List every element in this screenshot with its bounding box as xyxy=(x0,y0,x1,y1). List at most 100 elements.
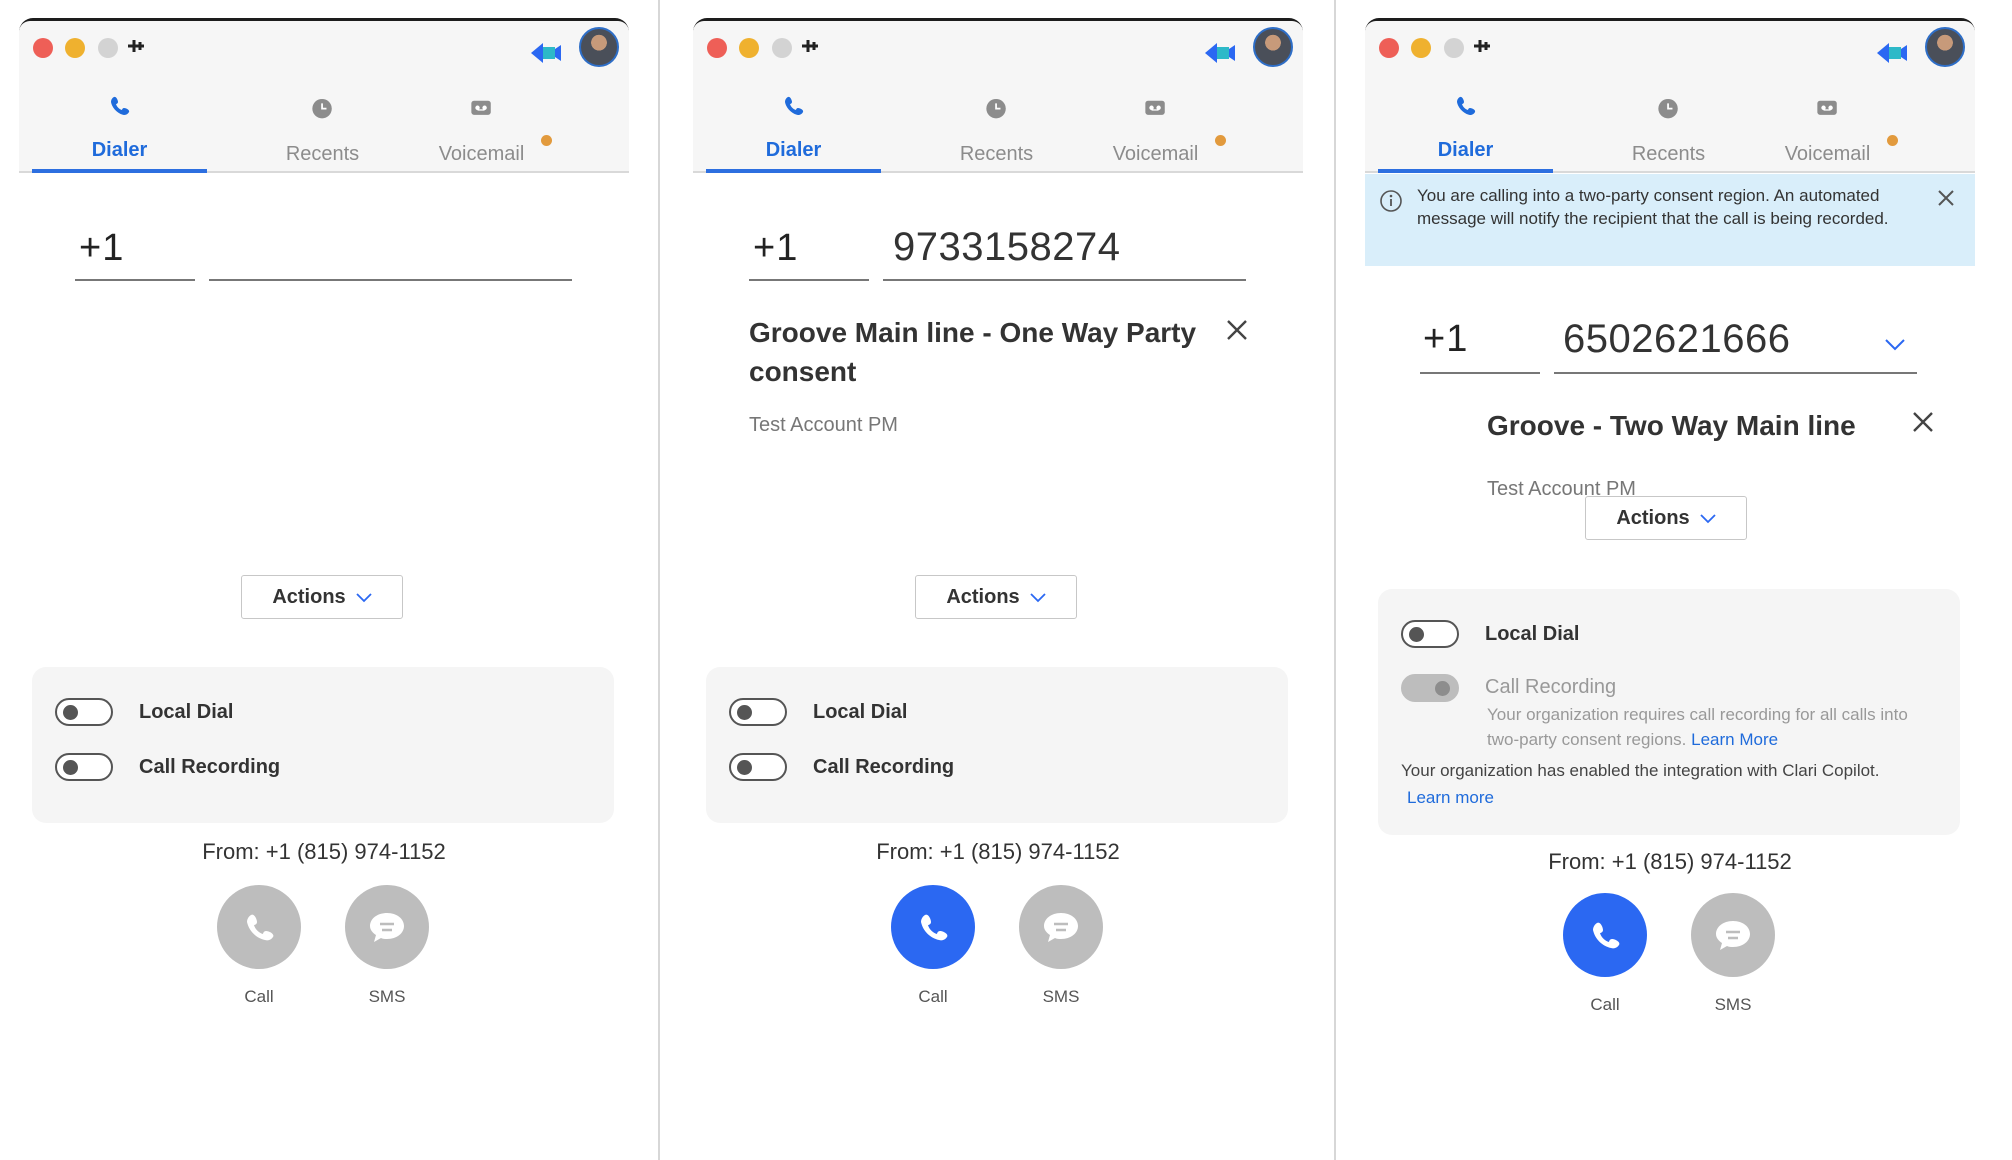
sms-button[interactable] xyxy=(1019,885,1103,969)
phone-number-input[interactable]: 6502621666 xyxy=(1563,317,1790,362)
local-dial-toggle[interactable] xyxy=(1401,620,1459,648)
phone-icon xyxy=(1457,96,1476,115)
close-icon[interactable] xyxy=(1936,188,1956,208)
close-window-button[interactable] xyxy=(1379,38,1399,58)
call-recording-toggle[interactable] xyxy=(729,753,787,781)
chevron-down-icon[interactable] xyxy=(1884,338,1906,352)
avatar[interactable] xyxy=(1253,27,1293,67)
country-code-underline xyxy=(1420,372,1540,374)
call-button[interactable] xyxy=(891,885,975,969)
country-code-underline xyxy=(749,279,869,281)
country-code[interactable]: +1 xyxy=(753,227,798,270)
actions-label: Actions xyxy=(946,586,1020,608)
call-recording-toggle[interactable] xyxy=(55,753,113,781)
call-button[interactable] xyxy=(217,885,301,969)
from-number: From: +1 (815) 974-1152 xyxy=(202,839,446,864)
clock-icon xyxy=(986,98,1006,119)
clock-icon xyxy=(312,98,332,119)
groove-logo-icon[interactable] xyxy=(1875,39,1909,67)
window-header: Dialer Recents Voicemail xyxy=(1365,21,1975,173)
voicemail-badge xyxy=(541,135,552,146)
banner-text: You are calling into a two-party consent… xyxy=(1417,186,1889,228)
local-dial-label: Local Dial xyxy=(1485,623,1580,645)
close-window-button[interactable] xyxy=(33,38,53,58)
phone-icon xyxy=(111,96,130,115)
contact-name: Groove - Two Way Main line xyxy=(1487,410,1856,441)
actions-dropdown[interactable]: Actions xyxy=(241,575,403,619)
sms-button[interactable] xyxy=(1691,893,1775,977)
zoom-window-button[interactable] xyxy=(772,38,792,58)
tab-recents[interactable]: Recents xyxy=(235,91,410,171)
phone-number-underline xyxy=(883,279,1246,281)
window-header: Dialer Recents Voicemail xyxy=(693,21,1303,173)
dialer-panel-empty: Dialer Recents Voicemail +1 Actions Loca… xyxy=(0,0,648,1157)
tab-voicemail[interactable]: Voicemail xyxy=(394,91,569,171)
call-recording-label: Call Recording xyxy=(1485,676,1617,698)
panel-divider xyxy=(1334,0,1336,1160)
local-dial-label: Local Dial xyxy=(139,701,234,723)
panel-divider xyxy=(658,0,660,1160)
actions-dropdown[interactable]: Actions xyxy=(915,575,1077,619)
dialer-panel-one-party: Dialer Recents Voicemail +1 9733158274 G… xyxy=(674,0,1322,1157)
voicemail-badge xyxy=(1215,135,1226,146)
recording-required-note: Your organization requires call recordin… xyxy=(1487,702,1937,752)
dialer-window: Dialer Recents Voicemail +1 Actions Loca… xyxy=(19,18,629,1157)
dialer-window: Dialer Recents Voicemail +1 9733158274 G… xyxy=(693,18,1303,1157)
avatar[interactable] xyxy=(1925,27,1965,67)
tab-voicemail[interactable]: Voicemail xyxy=(1740,91,1915,171)
phone-number-input[interactable] xyxy=(229,227,589,277)
voicemail-icon xyxy=(471,100,491,115)
groove-logo-icon[interactable] xyxy=(529,39,563,67)
avatar[interactable] xyxy=(579,27,619,67)
pin-icon[interactable] xyxy=(1472,35,1492,57)
call-recording-toggle[interactable] xyxy=(1401,674,1459,702)
actions-dropdown[interactable]: Actions xyxy=(1585,496,1747,540)
clock-icon xyxy=(1658,98,1678,119)
chat-icon xyxy=(1044,913,1078,942)
tab-recents[interactable]: Recents xyxy=(1581,91,1756,171)
two-party-consent-banner: You are calling into a two-party consent… xyxy=(1365,174,1975,266)
contact-account: Test Account PM xyxy=(749,414,898,436)
groove-logo-icon[interactable] xyxy=(1203,39,1237,67)
tab-label: Voicemail xyxy=(1784,143,1871,165)
copilot-note: Your organization has enabled the integr… xyxy=(1401,757,1941,811)
tab-active-indicator xyxy=(1378,169,1553,173)
close-window-button[interactable] xyxy=(707,38,727,58)
local-dial-toggle[interactable] xyxy=(55,698,113,726)
call-options-card: Local Dial Call Recording xyxy=(706,667,1288,823)
tab-voicemail[interactable]: Voicemail xyxy=(1068,91,1243,171)
call-options-card: Local Dial Call Recording Your organizat… xyxy=(1378,589,1960,835)
close-icon[interactable] xyxy=(1910,409,1936,435)
recording-learn-more-link[interactable]: Learn More xyxy=(1691,730,1778,749)
pin-icon[interactable] xyxy=(800,35,820,57)
tab-recents[interactable]: Recents xyxy=(909,91,1084,171)
call-button[interactable] xyxy=(1563,893,1647,977)
country-code[interactable]: +1 xyxy=(1423,318,1468,361)
tab-label: Voicemail xyxy=(1112,143,1199,165)
zoom-window-button[interactable] xyxy=(1444,38,1464,58)
close-icon[interactable] xyxy=(1224,317,1250,343)
tab-label: Dialer xyxy=(1437,139,1494,161)
local-dial-label: Local Dial xyxy=(813,701,908,723)
tab-label: Dialer xyxy=(91,139,148,161)
sms-button[interactable] xyxy=(345,885,429,969)
copilot-learn-more-link[interactable]: Learn more xyxy=(1407,788,1494,807)
tab-dialer[interactable]: Dialer xyxy=(32,91,207,173)
country-code[interactable]: +1 xyxy=(79,227,124,270)
tab-label: Recents xyxy=(285,143,360,165)
zoom-window-button[interactable] xyxy=(98,38,118,58)
tab-dialer[interactable]: Dialer xyxy=(706,91,881,173)
phone-number-input[interactable]: 9733158274 xyxy=(893,225,1120,270)
phone-icon xyxy=(785,96,804,115)
chevron-down-icon xyxy=(1700,514,1716,523)
contact-name: Groove Main line - One Way Party consent xyxy=(749,317,1197,387)
info-icon xyxy=(1380,190,1402,212)
tab-dialer[interactable]: Dialer xyxy=(1378,91,1553,173)
minimize-window-button[interactable] xyxy=(1411,38,1431,58)
dialer-window: Dialer Recents Voicemail You are calling… xyxy=(1365,18,1975,1157)
minimize-window-button[interactable] xyxy=(739,38,759,58)
pin-icon[interactable] xyxy=(126,35,146,57)
local-dial-toggle[interactable] xyxy=(729,698,787,726)
minimize-window-button[interactable] xyxy=(65,38,85,58)
tab-label: Dialer xyxy=(765,139,822,161)
